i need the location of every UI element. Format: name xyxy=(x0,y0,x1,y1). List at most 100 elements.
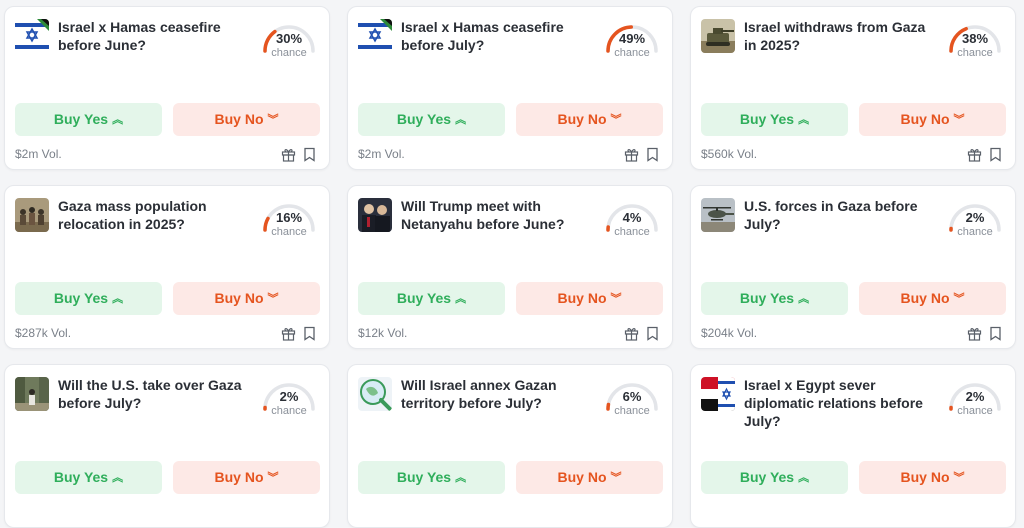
gift-icon[interactable] xyxy=(624,326,639,341)
market-card[interactable]: Will Israel annex Gazan territory before… xyxy=(347,364,673,528)
market-card[interactable]: Israel x Hamas ceasefire before July? 49… xyxy=(347,6,673,170)
bookmark-icon[interactable] xyxy=(646,326,659,341)
bookmark-icon[interactable] xyxy=(303,147,316,162)
gift-icon[interactable] xyxy=(967,326,982,341)
buy-no-button[interactable]: Buy No︾ xyxy=(859,103,1006,136)
buy-no-button[interactable]: Buy No ︾ xyxy=(859,461,1006,494)
market-card[interactable]: Israel x Hamas ceasefire before June? 30… xyxy=(4,6,330,170)
buy-yes-button[interactable]: Buy Yes ︽ xyxy=(15,282,162,315)
volume-label: $2m Vol. xyxy=(15,147,62,161)
chance-label: chance xyxy=(602,226,662,238)
double-chevron-down-icon: ︾ xyxy=(954,114,965,126)
gift-icon[interactable] xyxy=(281,326,296,341)
probability-value: 38% xyxy=(945,31,1005,46)
double-chevron-down-icon: ︾ xyxy=(611,472,622,484)
bookmark-icon[interactable] xyxy=(989,147,1002,162)
market-card[interactable]: U.S. forces in Gaza before July? 2% chan… xyxy=(690,185,1016,349)
market-title[interactable]: Gaza mass population relocation in 2025? xyxy=(58,197,250,233)
double-chevron-down-icon: ︾ xyxy=(268,114,279,126)
buy-yes-button[interactable]: Buy Yes ︽ xyxy=(358,461,505,494)
chance-label: chance xyxy=(602,405,662,417)
market-image xyxy=(15,198,49,232)
buy-no-button[interactable]: Buy No︾ xyxy=(516,282,663,315)
probability-gauge: 2% chance xyxy=(945,373,1005,425)
probability-gauge: 6% chance xyxy=(602,373,662,425)
market-card[interactable]: Israel withdraws from Gaza in 2025? 38% … xyxy=(690,6,1016,170)
market-title[interactable]: Will Trump meet with Netanyahu before Ju… xyxy=(401,197,593,233)
buy-no-button[interactable]: Buy No ︾ xyxy=(516,461,663,494)
probability-value: 4% xyxy=(602,210,662,225)
market-image xyxy=(701,377,735,411)
probability-gauge: 2% chance xyxy=(945,194,1005,246)
buy-yes-button[interactable]: Buy Yes︽ xyxy=(15,461,162,494)
buy-yes-button[interactable]: Buy Yes ︽ xyxy=(15,103,162,136)
buy-yes-label: Buy Yes xyxy=(397,290,451,306)
probability-value: 49% xyxy=(602,31,662,46)
buy-no-label: Buy No xyxy=(215,290,264,306)
double-chevron-down-icon: ︾ xyxy=(268,472,279,484)
chance-label: chance xyxy=(259,405,319,417)
double-chevron-down-icon: ︾ xyxy=(611,293,622,305)
buy-yes-button[interactable]: Buy Yes︽ xyxy=(358,282,505,315)
double-chevron-down-icon: ︾ xyxy=(954,472,965,484)
bookmark-icon[interactable] xyxy=(646,147,659,162)
buy-yes-label: Buy Yes xyxy=(397,469,451,485)
buy-yes-label: Buy Yes xyxy=(54,290,108,306)
probability-gauge: 2% chance xyxy=(259,373,319,425)
market-title[interactable]: Israel x Hamas ceasefire before June? xyxy=(58,18,250,54)
double-chevron-down-icon: ︾ xyxy=(611,114,622,126)
market-image xyxy=(15,377,49,411)
buy-yes-label: Buy Yes xyxy=(740,469,794,485)
probability-gauge: 49% chance xyxy=(602,15,662,67)
buy-yes-label: Buy Yes xyxy=(54,469,108,485)
bookmark-icon[interactable] xyxy=(303,326,316,341)
probability-gauge: 4% chance xyxy=(602,194,662,246)
buy-no-button[interactable]: Buy No ︾ xyxy=(173,282,320,315)
buy-no-label: Buy No xyxy=(558,111,607,127)
chance-label: chance xyxy=(945,47,1005,59)
double-chevron-up-icon: ︽ xyxy=(455,472,466,484)
buy-no-label: Buy No xyxy=(558,469,607,485)
gift-icon[interactable] xyxy=(624,147,639,162)
double-chevron-up-icon: ︽ xyxy=(112,293,123,305)
buy-no-button[interactable]: Buy No︾ xyxy=(173,103,320,136)
market-card[interactable]: Israel x Egypt sever diplomatic relation… xyxy=(690,364,1016,528)
volume-label: $204k Vol. xyxy=(701,326,757,340)
double-chevron-down-icon: ︾ xyxy=(268,293,279,305)
buy-no-button[interactable]: Buy No ︾ xyxy=(516,103,663,136)
buy-yes-label: Buy Yes xyxy=(740,290,794,306)
gift-icon[interactable] xyxy=(281,147,296,162)
market-title[interactable]: Israel x Hamas ceasefire before July? xyxy=(401,18,593,54)
market-card[interactable]: Gaza mass population relocation in 2025?… xyxy=(4,185,330,349)
market-title[interactable]: Israel withdraws from Gaza in 2025? xyxy=(744,18,936,54)
volume-label: $2m Vol. xyxy=(358,147,405,161)
market-title[interactable]: Will Israel annex Gazan territory before… xyxy=(401,376,593,412)
probability-value: 2% xyxy=(945,210,1005,225)
gift-icon[interactable] xyxy=(967,147,982,162)
chance-label: chance xyxy=(602,47,662,59)
market-card[interactable]: Will Trump meet with Netanyahu before Ju… xyxy=(347,185,673,349)
bookmark-icon[interactable] xyxy=(989,326,1002,341)
buy-yes-button[interactable]: Buy Yes︽ xyxy=(701,103,848,136)
buy-yes-button[interactable]: Buy Yes ︽ xyxy=(701,282,848,315)
probability-gauge: 38% chance xyxy=(945,15,1005,67)
buy-no-button[interactable]: Buy No︾ xyxy=(859,282,1006,315)
buy-yes-button[interactable]: Buy Yes︽ xyxy=(358,103,505,136)
market-title[interactable]: Will the U.S. take over Gaza before July… xyxy=(58,376,250,412)
buy-yes-button[interactable]: Buy Yes︽ xyxy=(701,461,848,494)
double-chevron-up-icon: ︽ xyxy=(798,293,809,305)
buy-no-label: Buy No xyxy=(215,469,264,485)
buy-yes-label: Buy Yes xyxy=(397,111,451,127)
market-image xyxy=(15,19,49,53)
buy-no-button[interactable]: Buy No ︾ xyxy=(173,461,320,494)
double-chevron-up-icon: ︽ xyxy=(112,114,123,126)
markets-grid: Israel x Hamas ceasefire before June? 30… xyxy=(4,6,1016,528)
buy-yes-label: Buy Yes xyxy=(740,111,794,127)
market-card[interactable]: Will the U.S. take over Gaza before July… xyxy=(4,364,330,528)
chance-label: chance xyxy=(259,47,319,59)
buy-yes-label: Buy Yes xyxy=(54,111,108,127)
market-title[interactable]: U.S. forces in Gaza before July? xyxy=(744,197,936,233)
probability-value: 2% xyxy=(945,389,1005,404)
market-title[interactable]: Israel x Egypt sever diplomatic relation… xyxy=(744,376,936,430)
buy-no-label: Buy No xyxy=(901,469,950,485)
